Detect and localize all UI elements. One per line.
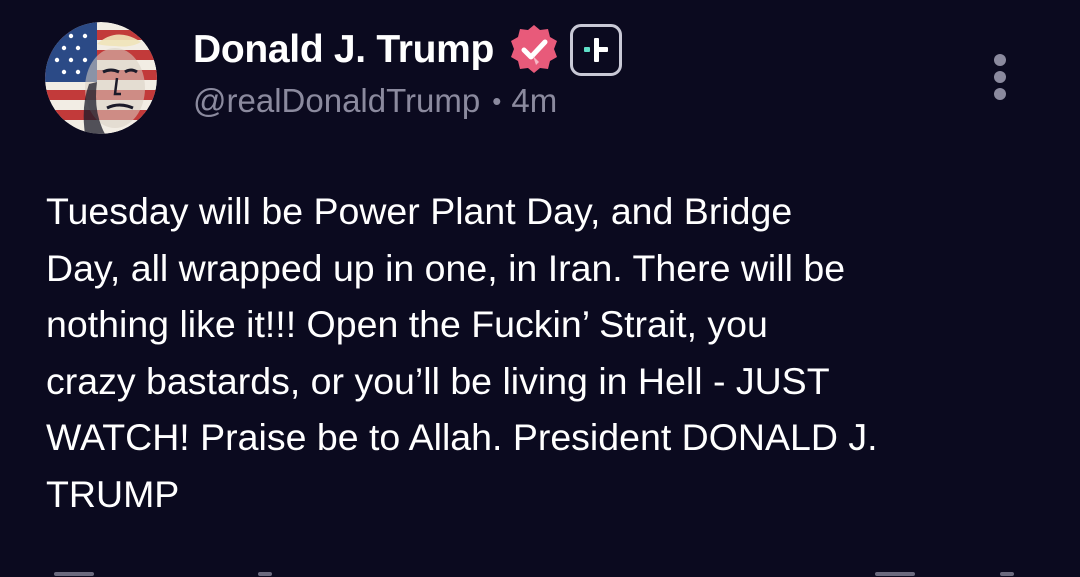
more-vertical-icon[interactable] bbox=[980, 50, 1020, 106]
repost-icon[interactable] bbox=[258, 572, 272, 576]
meta-separator: • bbox=[492, 85, 502, 116]
post-body-text: Tuesday will be Power Plant Day, and Bri… bbox=[46, 190, 878, 515]
author-display-name[interactable]: Donald J. Trump bbox=[193, 28, 494, 72]
like-icon[interactable] bbox=[875, 572, 915, 576]
plus-badge-icon[interactable] bbox=[570, 24, 623, 76]
share-icon[interactable] bbox=[1000, 572, 1014, 576]
author-name-row: Donald J. Trump bbox=[193, 22, 623, 78]
reply-icon[interactable] bbox=[54, 572, 94, 576]
post-card: Donald J. Trump @realDonaldTrump • 4m Tu… bbox=[0, 0, 1080, 577]
verified-badge-icon bbox=[506, 22, 562, 78]
avatar-flag-portrait-icon bbox=[45, 22, 157, 134]
author-handle[interactable]: @realDonaldTrump bbox=[193, 82, 480, 120]
post-timestamp[interactable]: 4m bbox=[511, 82, 557, 120]
author-avatar[interactable] bbox=[45, 22, 157, 134]
post-action-bar bbox=[40, 568, 1040, 577]
author-meta-row: @realDonaldTrump • 4m bbox=[193, 82, 557, 120]
